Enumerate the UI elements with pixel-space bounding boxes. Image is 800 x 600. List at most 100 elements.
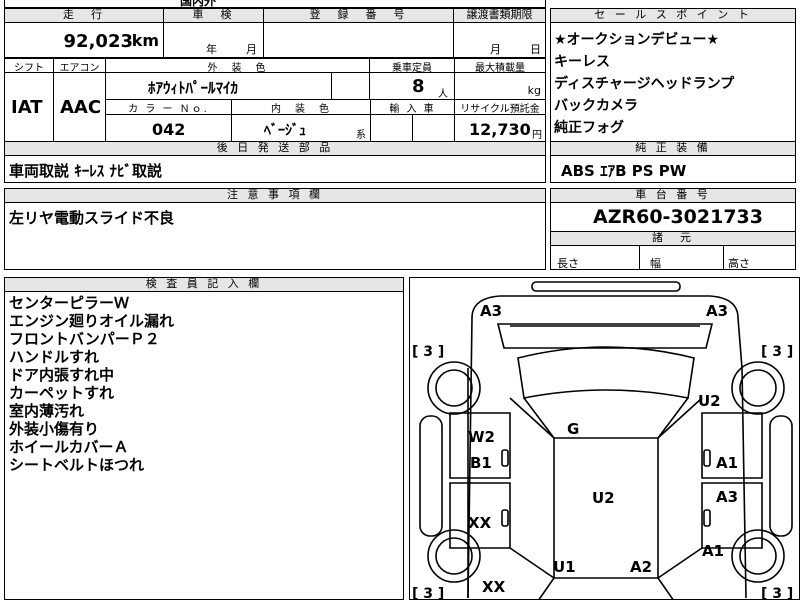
mark-tire-fl: [ 3 ] <box>412 344 444 360</box>
mileage-unit: km <box>131 31 159 50</box>
mark-left-front-door-b: B1 <box>470 454 492 472</box>
car-diagram: A3 A3 [ 3 ] [ 3 ] U2 G W2 B1 A1 U2 A3 XX… <box>412 281 793 600</box>
exterior-color-extra-cell <box>331 72 370 100</box>
mark-tire-fr: [ 3 ] <box>761 344 793 360</box>
inspector-note: ハンドルすれ <box>9 348 100 366</box>
interior-color-value: ﾍﾞｰｼﾞｭ <box>264 123 306 139</box>
sales-point-item: ★オークションデビュー★ <box>554 32 720 48</box>
color-no-value: 042 <box>152 120 186 139</box>
shift-header: シフト <box>4 58 54 74</box>
mileage-value: 92,023 <box>63 31 133 52</box>
windshield-shape <box>517 346 695 399</box>
dimensions-header: 諸 元 <box>550 231 796 246</box>
mark-roof: U2 <box>592 489 615 507</box>
max-load-unit: kg <box>527 84 541 97</box>
inspection-header: 車 検 <box>163 8 264 23</box>
shift-cell: IAT <box>4 72 54 142</box>
car-diagram-frame: A3 A3 [ 3 ] [ 3 ] U2 G W2 B1 A1 U2 A3 XX… <box>409 277 800 600</box>
mark-right-front-door: A1 <box>716 454 738 472</box>
hood-shape <box>496 323 714 349</box>
sales-point-item: キーレス <box>554 54 610 70</box>
interior-color-cell: ﾍﾞｰｼﾞｭ 系 <box>231 114 371 142</box>
dimension-width-label: 幅 <box>650 257 661 270</box>
sales-point-item: ディスチャージヘッドランプ <box>554 76 735 92</box>
sales-point-item: 純正フォグ <box>554 120 624 136</box>
chassis-value: AZR60-3021733 <box>593 206 763 228</box>
dimension-length-cell: 長さ <box>550 245 640 270</box>
mark-tire-rl: [ 3 ] <box>412 586 444 600</box>
import-cell-b <box>412 114 455 142</box>
mark-right-front-fender: U2 <box>698 392 721 410</box>
notes-cell: 左リヤ電動スライド不良 <box>4 202 546 270</box>
inspector-note: 室内薄汚れ <box>9 402 85 420</box>
exterior-color-header: 外 装 色 <box>105 58 370 74</box>
import-header: 輸 入 車 <box>370 99 455 115</box>
registration-header: 登 録 番 号 <box>263 8 454 23</box>
transfer-day: 日 <box>530 43 541 56</box>
dimension-height-label: 高さ <box>728 257 750 270</box>
inspector-cell: センターピラーＷ エンジン廻りオイル漏れ フロントバンパーＰ２ ハンドルすれ ド… <box>4 291 404 600</box>
shift-value: IAT <box>11 97 43 118</box>
dimension-height-cell: 高さ <box>723 245 796 270</box>
mileage-cell: 92,023 km <box>4 22 164 58</box>
capacity-cell: 8 人 <box>369 72 455 100</box>
exterior-color-value: ﾎｱｳｨﾄﾊﾟｰﾙﾏｲｶ <box>148 79 239 97</box>
inspector-header: 検 査 員 記 入 欄 <box>4 277 404 292</box>
inspector-note: ドア内張すれ中 <box>9 366 115 384</box>
ac-value: AAC <box>60 97 102 118</box>
ac-cell: AAC <box>53 72 106 142</box>
mark-rear-left-corner: XX <box>482 578 506 596</box>
interior-color-suffix: 系 <box>356 130 366 141</box>
mark-front-left: A3 <box>480 302 502 320</box>
dimension-width-cell: 幅 <box>639 245 724 270</box>
front-bumper-shape <box>531 281 681 292</box>
recycle-header: リサイクル預託金 <box>454 99 546 115</box>
recycle-value: 12,730 <box>469 120 531 139</box>
mark-rear-right: A2 <box>630 558 652 576</box>
registration-cell <box>263 22 454 58</box>
dimension-length-label: 長さ <box>557 257 579 270</box>
sales-point-item: バックカメラ <box>554 98 638 114</box>
later-parts-header: 後 日 発 送 部 品 <box>4 141 546 156</box>
mark-left-front-door-w: W2 <box>468 428 495 446</box>
sales-points-header: セ ー ル ス ポ イ ン ト <box>550 8 796 23</box>
color-no-cell: 042 <box>105 114 232 142</box>
right-side-step-shape <box>769 415 793 537</box>
inspector-note: センターピラーＷ <box>9 294 130 312</box>
equipment-value: ABS ｴｱB PS PW <box>561 162 687 180</box>
inspector-note: 外装小傷有り <box>9 420 100 438</box>
inspection-year: 年 <box>206 43 217 56</box>
later-parts-value: 車両取説 ｷｰﾚｽ ﾅﾋﾞ取説 <box>9 162 162 180</box>
mark-windshield: G <box>567 420 579 438</box>
mileage-header: 走 行 <box>4 8 164 23</box>
mark-left-rear-door: XX <box>468 514 492 532</box>
equipment-cell: ABS ｴｱB PS PW <box>550 155 796 183</box>
later-parts-cell: 車両取説 ｷｰﾚｽ ﾅﾋﾞ取説 <box>4 155 546 183</box>
transfer-cell: 月 日 <box>453 22 546 58</box>
notes-header: 注 意 事 項 欄 <box>4 188 546 203</box>
inspector-note: シートベルトほつれ <box>9 456 145 474</box>
transfer-header: 譲渡書類期限 <box>453 8 546 23</box>
inspector-note: フロントバンパーＰ２ <box>9 330 160 348</box>
capacity-header: 乗車定員 <box>369 58 455 74</box>
recycle-cell: 12,730 円 <box>454 114 546 142</box>
capacity-value: 8 <box>412 76 425 97</box>
mark-rear-left: U1 <box>553 558 576 576</box>
color-no-header: カ ラ ー Ｎｏ. <box>105 99 232 115</box>
import-cell-a <box>370 114 413 142</box>
top-strip <box>4 0 546 8</box>
max-load-header: 最大積載量 <box>454 58 546 74</box>
inspector-note: エンジン廻りオイル漏れ <box>9 312 175 330</box>
equipment-header: 純 正 装 備 <box>550 141 796 156</box>
interior-color-header: 内 装 色 <box>231 99 371 115</box>
recycle-unit: 円 <box>532 130 542 141</box>
inspection-cell: 年 月 <box>163 22 264 58</box>
chassis-header: 車 台 番 号 <box>550 188 796 203</box>
mark-right-quarter: A1 <box>702 542 724 560</box>
ac-header: エアコン <box>53 58 106 74</box>
mark-tire-rr: [ 3 ] <box>761 586 793 600</box>
mark-right-rear-door: A3 <box>716 488 738 506</box>
sales-points-cell: ★オークションデビュー★ キーレス ディスチャージヘッドランプ バックカメラ 純… <box>550 22 796 142</box>
inspector-note: ホイールカバーＡ <box>9 438 129 456</box>
inspector-note: カーペットすれ <box>9 384 115 402</box>
